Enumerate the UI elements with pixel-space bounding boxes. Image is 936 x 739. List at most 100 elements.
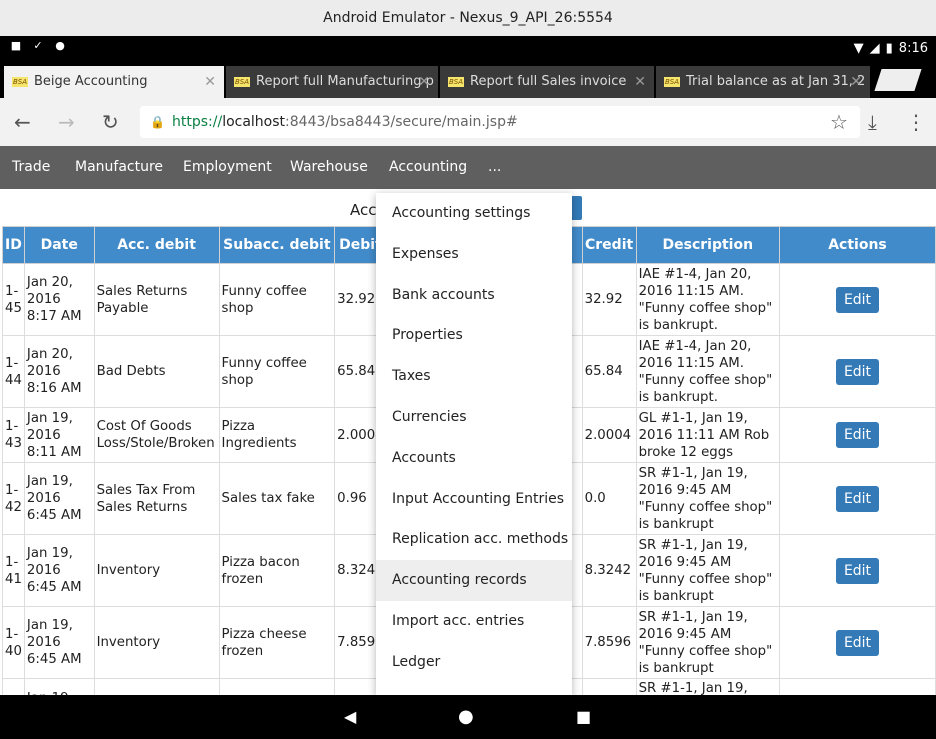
bsa-favicon-icon: BSA [448, 77, 464, 87]
menu-item-currencies[interactable]: Currencies [376, 397, 572, 438]
edit-button[interactable]: Edit [835, 358, 880, 385]
menu-item-accounts[interactable]: Accounts [376, 438, 572, 479]
header-credit[interactable]: Credit [581, 226, 637, 264]
window-title: Android Emulator - Nexus_9_API_26:5554 [0, 0, 936, 36]
cell-description: IAE #1-4, Jan 20, 2016 11:15 AM. "Funny … [635, 335, 781, 408]
tab-report-sales-invoice[interactable]: BSA Report full Sales invoice ✕ [440, 66, 654, 98]
browser-tab-strip: BSA Beige Accounting ✕ BSA Report full M… [0, 61, 936, 98]
header-subacc-debit[interactable]: Subacc. debit [218, 226, 336, 264]
menu-warehouse[interactable]: Warehouse [290, 146, 368, 189]
forward-arrow-icon[interactable]: → [58, 110, 75, 134]
cell-id: 1-43 [2, 407, 25, 463]
cell-actions: Edit [779, 335, 936, 408]
close-tab-icon[interactable]: ✕ [204, 66, 216, 98]
app-menubar: Trade Manufacture Employment Warehouse A… [0, 146, 936, 189]
cell-date: Jan 19, 2016 6:45 AM [23, 606, 95, 679]
new-tab-button[interactable] [874, 69, 922, 91]
cell-subacc-debit: Sales tax fake [218, 462, 336, 535]
cell-description: GL #1-1, Jan 19, 2016 11:11 AM Rob broke… [635, 407, 781, 463]
cell-description: SR #1-1, Jan 19, 2016 [635, 678, 781, 695]
cell-subacc-debit: Funny coffee shop [218, 335, 336, 408]
menu-item-taxes[interactable]: Taxes [376, 356, 572, 397]
cell-date: Jan 19, 2016 8:11 AM [23, 407, 95, 463]
cell-date: Jan 19, 2016 6:45 AM [23, 534, 95, 607]
header-id[interactable]: ID [2, 226, 25, 264]
cell-id: 1-42 [2, 462, 25, 535]
menu-trade[interactable]: Trade [12, 146, 50, 189]
accounting-dropdown-menu: Accounting settings Expenses Bank accoun… [376, 193, 572, 695]
cell-actions: Edit [779, 263, 936, 336]
cell-acc-debit: Cost Of Goods Loss/Stole/Broken [93, 407, 220, 463]
cell-credit: 32.92 [581, 263, 637, 336]
recents-nav-icon[interactable]: ■ [576, 695, 591, 739]
cell-actions: Edit [779, 462, 936, 535]
cell-acc-debit: Sales Tax From Sales Returns [93, 462, 220, 535]
wifi-icon: ▼ [853, 41, 864, 56]
overflow-menu-icon[interactable]: ⋮ [906, 110, 926, 134]
url-field[interactable]: 🔒 https://localhost:8443/bsa8443/secure/… [140, 106, 860, 138]
header-date[interactable]: Date [23, 226, 95, 264]
menu-item-trial-balance[interactable]: Trial balance [376, 683, 572, 696]
home-nav-icon[interactable]: ● [458, 695, 474, 739]
edit-button[interactable]: Edit [835, 286, 880, 313]
back-nav-icon[interactable]: ◀ [344, 695, 356, 739]
reload-icon[interactable]: ↻ [102, 110, 119, 134]
lock-icon: 🔒 [150, 115, 165, 129]
cell-actions: Edit [779, 407, 936, 463]
close-tab-icon[interactable]: ✕ [850, 66, 862, 98]
close-tab-icon[interactable]: ✕ [418, 66, 430, 98]
back-arrow-icon[interactable]: ← [14, 110, 31, 134]
bsa-favicon-icon: BSA [12, 77, 28, 87]
header-acc-debit[interactable]: Acc. debit [93, 226, 220, 264]
url-host: localhost [222, 114, 286, 130]
edit-button[interactable]: Edit [835, 629, 880, 656]
close-tab-icon[interactable]: ✕ [634, 66, 646, 98]
cell-credit [581, 678, 637, 695]
menu-item-replication-acc-methods[interactable]: Replication acc. methods [376, 519, 572, 560]
tab-label: Report full Manufacturing p [256, 74, 434, 89]
cell-credit: 0.0 [581, 462, 637, 535]
menu-accounting[interactable]: Accounting [389, 146, 467, 189]
menu-item-ledger[interactable]: Ledger [376, 642, 572, 683]
menu-employment[interactable]: Employment [183, 146, 272, 189]
menu-item-expenses[interactable]: Expenses [376, 234, 572, 275]
header-actions: Actions [779, 226, 936, 264]
cell-actions: Edit [779, 534, 936, 607]
cell-date: Jan 19 [23, 678, 95, 695]
cell-acc-debit: Inventory [93, 606, 220, 679]
edit-button[interactable]: Edit [835, 557, 880, 584]
android-status-bar: ■ ✓ ● ▼ ◢ ▮ 8:16 [0, 36, 936, 61]
cell-description: SR #1-1, Jan 19, 2016 9:45 AM "Funny cof… [635, 462, 781, 535]
battery-icon: ▮ [885, 41, 893, 56]
menu-item-import-acc-entries[interactable]: Import acc. entries [376, 601, 572, 642]
header-description[interactable]: Description [635, 226, 781, 264]
menu-item-properties[interactable]: Properties [376, 315, 572, 356]
tab-label: Trial balance as at Jan 31, 2 [686, 74, 866, 89]
menu-more[interactable]: ... [488, 146, 501, 189]
cell-credit: 2.0004 [581, 407, 637, 463]
url-scheme: https:// [172, 114, 223, 130]
menu-item-bank-accounts[interactable]: Bank accounts [376, 275, 572, 316]
tab-beige-accounting[interactable]: BSA Beige Accounting ✕ [4, 66, 224, 98]
menu-item-accounting-settings[interactable]: Accounting settings [376, 193, 572, 234]
cell-acc-debit: Inventory [93, 534, 220, 607]
cell-credit: 65.84 [581, 335, 637, 408]
bookmark-star-icon[interactable]: ☆ [830, 110, 848, 134]
cell-subacc-debit: Pizza cheese frozen [218, 606, 336, 679]
edit-button[interactable]: Edit [835, 485, 880, 512]
cell-subacc-debit: Pizza bacon frozen [218, 534, 336, 607]
cell-id: 1-44 [2, 335, 25, 408]
menu-item-accounting-records[interactable]: Accounting records [376, 560, 572, 601]
cell-actions: Edit [779, 606, 936, 679]
cell-acc-debit: Bad Debts [93, 335, 220, 408]
tab-report-manufacturing[interactable]: BSA Report full Manufacturing p ✕ [226, 66, 438, 98]
cell-id [2, 678, 25, 695]
cell-acc-debit [93, 678, 220, 695]
menu-manufacture[interactable]: Manufacture [75, 146, 163, 189]
cell-credit: 8.3242 [581, 534, 637, 607]
download-icon[interactable]: ⤓ [868, 110, 877, 134]
menu-item-input-accounting-entries[interactable]: Input Accounting Entries [376, 479, 572, 520]
tab-trial-balance[interactable]: BSA Trial balance as at Jan 31, 2 ✕ [656, 66, 870, 98]
cell-actions [779, 678, 936, 695]
edit-button[interactable]: Edit [835, 422, 880, 448]
